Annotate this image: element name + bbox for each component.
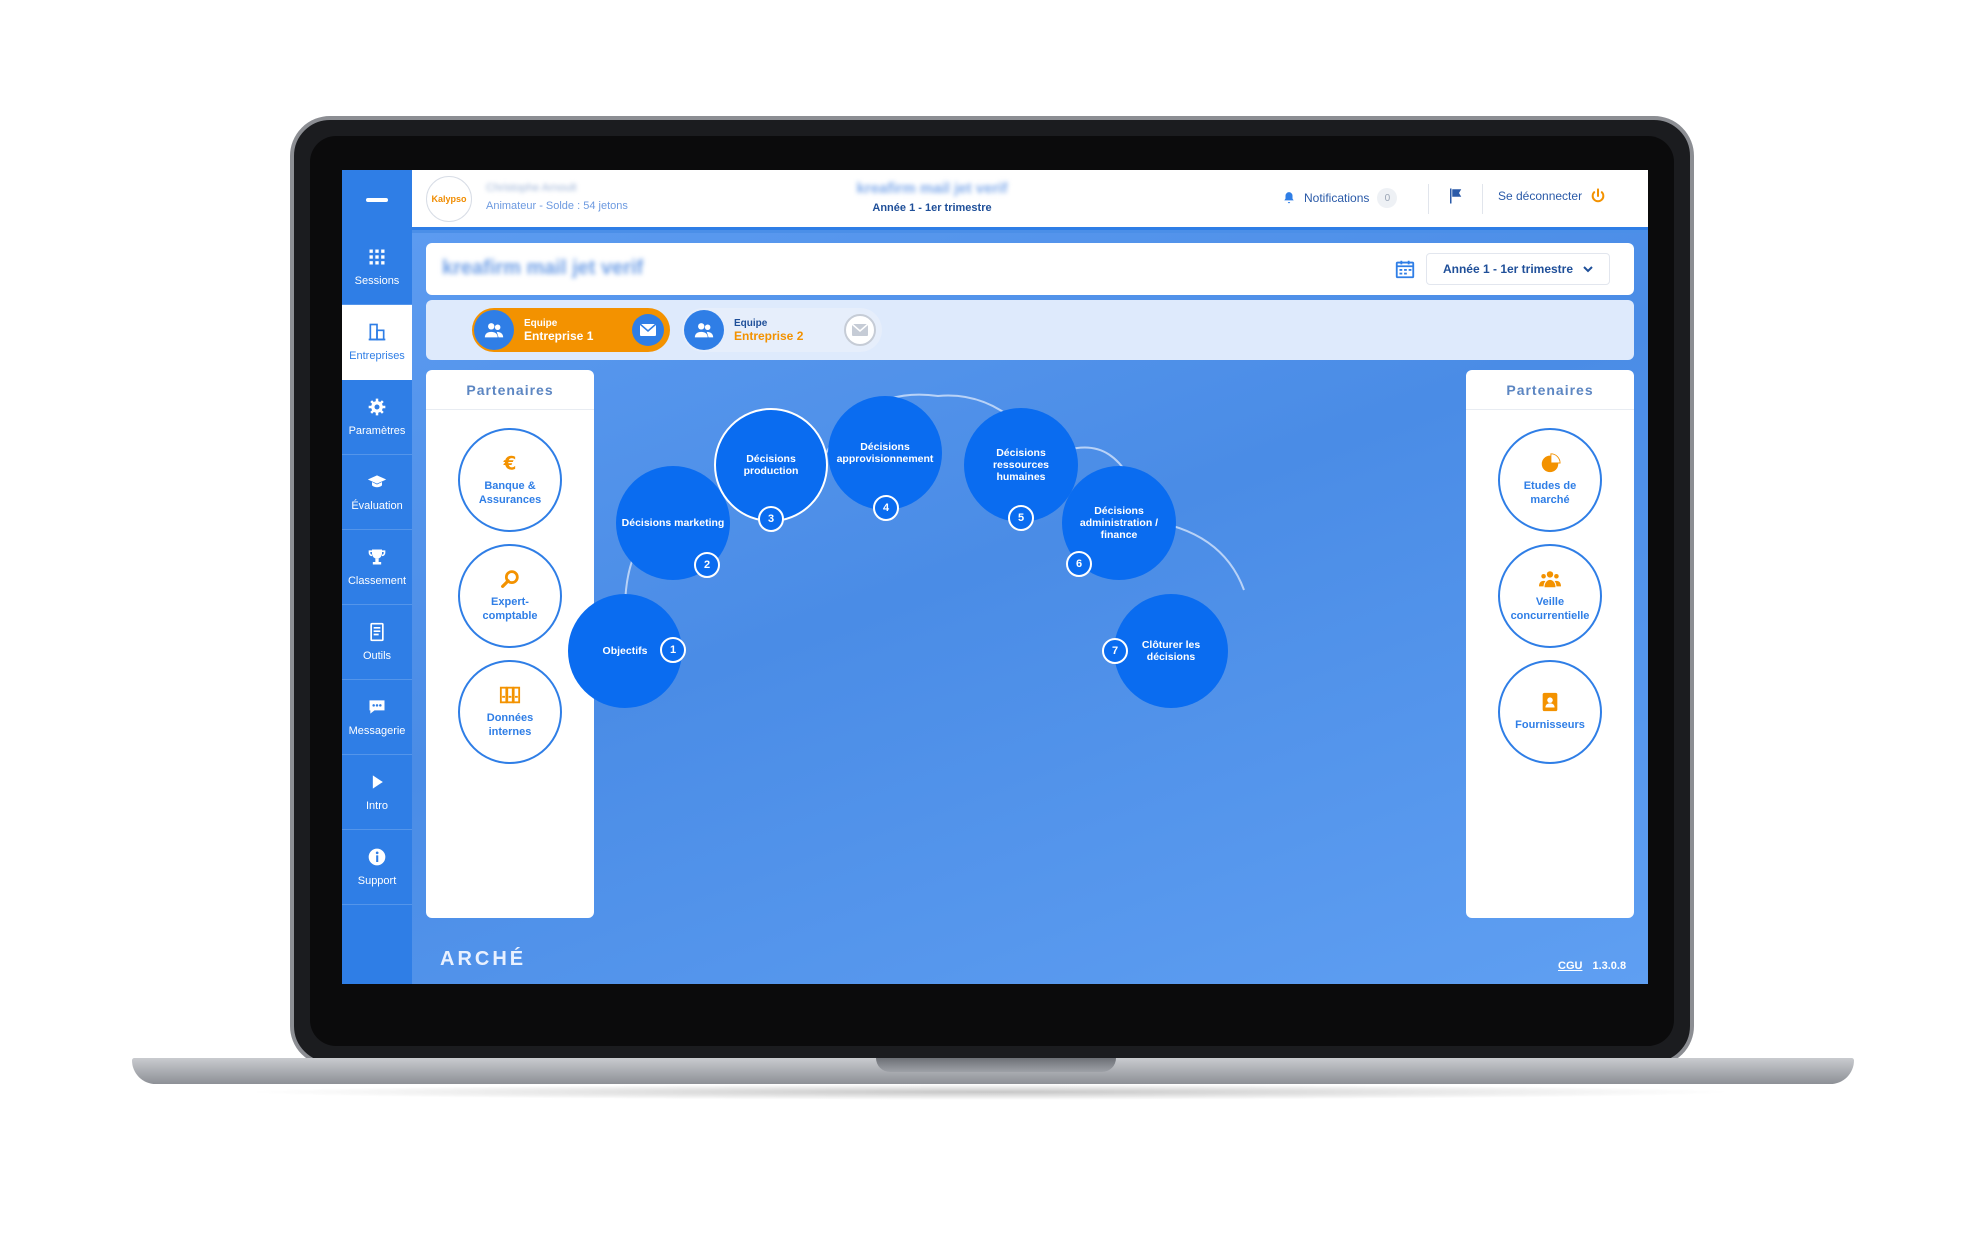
sidebar-item-classement[interactable]: Classement [342, 530, 412, 605]
sidebar-item-parametres[interactable]: Paramètres [342, 380, 412, 455]
chevron-down-icon [1583, 266, 1593, 273]
decision-number-badge: 3 [758, 506, 784, 532]
partner-expert-comptable[interactable]: Expert-comptable [458, 544, 562, 648]
sidebar-item-sessions[interactable]: Sessions [342, 230, 412, 305]
notifications-button[interactable]: Notifications 0 [1282, 188, 1398, 208]
users-icon [484, 323, 504, 338]
decision-number-badge: 2 [694, 552, 720, 578]
notifications-count: 0 [1377, 188, 1398, 208]
decision-production[interactable]: Décisions production [714, 408, 828, 522]
logout-button[interactable]: Se déconnecter [1498, 188, 1606, 204]
buildings-icon [368, 323, 386, 341]
partner-etudes-de-marche[interactable]: Etudes de marché [1498, 428, 1602, 532]
decision-number-badge: 5 [1008, 505, 1034, 531]
partner-fournisseurs[interactable]: Fournisseurs [1498, 660, 1602, 764]
grid-icon [369, 249, 385, 265]
notifications-label: Notifications [1304, 191, 1370, 205]
partner-veille-concurrentielle[interactable]: Veille concurrentielle [1498, 544, 1602, 648]
team-avatar [684, 310, 724, 350]
partners-panel-right: Partenaires Etudes de marché Veille conc… [1466, 370, 1634, 918]
cgu-link[interactable]: CGU [1558, 960, 1582, 972]
trophy-icon [368, 549, 386, 565]
app-screen: Kalypso Christophe Arnoult Animateur - S… [342, 170, 1648, 984]
panel-title: Partenaires [426, 370, 594, 410]
decision-number-badge: 7 [1102, 638, 1128, 664]
panel-title: Partenaires [1466, 370, 1634, 410]
period-select[interactable]: Année 1 - 1er trimestre [1426, 253, 1610, 285]
decision-number-badge: 1 [660, 637, 686, 663]
contact-book-icon [1542, 692, 1558, 712]
user-role: Animateur - Solde : 54 jetons [486, 200, 628, 212]
envelope-icon [851, 323, 869, 336]
decision-approvisionnement[interactable]: Décisions approvisionnement [828, 396, 942, 510]
pie-chart-icon [1541, 453, 1561, 473]
menu-toggle-button[interactable] [342, 170, 412, 230]
users-icon [694, 323, 714, 338]
logout-label: Se déconnecter [1498, 189, 1583, 203]
teams-bar: Equipe Entreprise 1 Equipe Entreprise 2 [426, 300, 1634, 360]
gear-icon [368, 398, 386, 416]
sidebar-item-support[interactable]: Support [342, 830, 412, 905]
cloturer-decisions-button[interactable]: Clôturer les décisions [1114, 594, 1228, 708]
header-session-title: kreafirm mail jet verif [856, 180, 1008, 197]
sidebar-item-entreprises[interactable]: Entreprises [342, 305, 412, 380]
euro-icon: € [503, 454, 517, 475]
user-name: Christophe Arnoult [486, 182, 577, 194]
sidebar-item-messagerie[interactable]: Messagerie [342, 680, 412, 755]
graduation-cap-icon [367, 475, 387, 488]
envelope-icon [639, 323, 657, 336]
header-session-period: Année 1 - 1er trimestre [872, 202, 992, 214]
laptop-mockup: Kalypso Christophe Arnoult Animateur - S… [0, 0, 1980, 1238]
session-title: kreafirm mail jet verif [442, 257, 644, 279]
sidebar-item-outils[interactable]: Outils [342, 605, 412, 680]
partner-banque-assurances[interactable]: € Banque & Assurances [458, 428, 562, 532]
play-icon [372, 775, 383, 789]
decision-number-badge: 6 [1066, 551, 1092, 577]
team-tab-2[interactable]: Equipe Entreprise 2 [682, 308, 882, 352]
team-avatar [474, 310, 514, 350]
document-icon [370, 622, 384, 642]
magnifier-icon [501, 570, 519, 589]
footer-info: CGU 1.3.0.8 [1558, 960, 1626, 972]
binders-icon [499, 687, 521, 704]
partner-donnees-internes[interactable]: Données internes [458, 660, 562, 764]
minus-icon [366, 198, 388, 202]
calendar-icon[interactable] [1394, 258, 1416, 280]
flag-icon[interactable] [1447, 186, 1465, 206]
bell-icon [1284, 192, 1294, 204]
decision-number-badge: 4 [873, 495, 899, 521]
team-mail-button[interactable] [844, 314, 876, 346]
sidebar-item-evaluation[interactable]: Évaluation [342, 455, 412, 530]
chat-icon [369, 700, 385, 714]
team-tab-1[interactable]: Equipe Entreprise 1 [472, 308, 670, 352]
app-logo: Kalypso [426, 176, 472, 222]
svg-text:€: € [503, 454, 517, 475]
top-bar: Kalypso Christophe Arnoult Animateur - S… [342, 170, 1648, 230]
power-icon [1591, 188, 1605, 203]
sidebar-item-intro[interactable]: Intro [342, 755, 412, 830]
people-icon [1539, 571, 1561, 588]
team-mail-button[interactable] [632, 314, 664, 346]
info-icon [368, 848, 386, 866]
arche-logo: ARCHÉ [440, 948, 527, 970]
version-label: 1.3.0.8 [1592, 960, 1627, 972]
session-bar: kreafirm mail jet verif Année 1 - 1er tr… [426, 243, 1634, 295]
sidebar: Sessions Entreprises Paramètres Évaluati… [342, 230, 412, 984]
